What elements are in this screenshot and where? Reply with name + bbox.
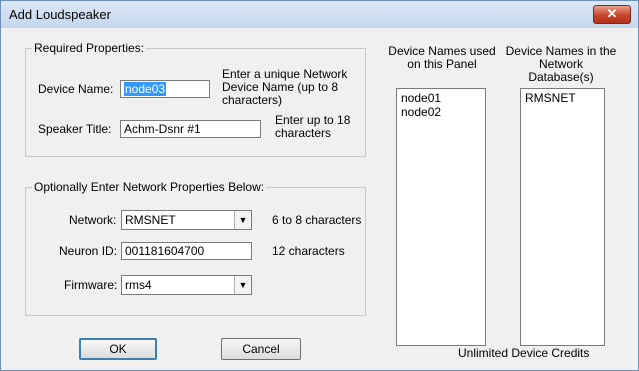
panel-list-header: Device Names used on this Panel [388, 44, 496, 71]
speaker-title-label: Speaker Title: [38, 122, 112, 136]
database-list-header: Device Names in the Network Database(s) [505, 44, 617, 84]
add-loudspeaker-dialog: Add Loudspeaker ✕ Required Properties: D… [0, 0, 639, 371]
close-button[interactable]: ✕ [593, 5, 631, 24]
network-combo-value: RMSNET [125, 213, 176, 227]
required-properties-group: Required Properties: Device Name: node03… [25, 41, 366, 157]
chevron-down-icon[interactable]: ▼ [234, 276, 251, 294]
device-name-label: Device Name: [38, 82, 114, 96]
speaker-title-hint: Enter up to 18 characters [275, 113, 351, 140]
device-name-input[interactable]: node03 [120, 80, 210, 98]
neuron-id-hint: 12 characters [272, 244, 345, 258]
chevron-down-icon[interactable]: ▼ [234, 211, 251, 229]
neuron-id-input[interactable]: 001181604700 [121, 242, 252, 260]
firmware-combo-value: rms4 [125, 278, 152, 292]
panel-device-list[interactable]: node01 node02 [396, 88, 486, 346]
list-item[interactable]: node01 [401, 91, 481, 105]
network-properties-group: Optionally Enter Network Properties Belo… [25, 180, 366, 316]
cancel-button[interactable]: Cancel [221, 338, 301, 360]
firmware-label: Firmware: [64, 278, 118, 292]
device-credits-status: Unlimited Device Credits [458, 346, 590, 360]
close-icon: ✕ [606, 6, 618, 21]
dialog-body: Required Properties: Device Name: node03… [9, 28, 630, 362]
list-item[interactable]: node02 [401, 105, 481, 119]
database-device-list[interactable]: RMSNET [520, 88, 605, 346]
title-bar[interactable]: Add Loudspeaker ✕ [1, 1, 638, 28]
list-item[interactable]: RMSNET [525, 91, 600, 105]
window-title: Add Loudspeaker [9, 7, 111, 22]
neuron-id-label: Neuron ID: [59, 244, 118, 258]
device-name-hint: Enter a unique Network Device Name (up t… [222, 67, 348, 107]
speaker-title-input[interactable]: Achm-Dsnr #1 [120, 120, 261, 138]
network-combo[interactable]: RMSNET ▼ [121, 210, 252, 230]
network-label: Network: [69, 213, 117, 227]
required-properties-legend: Required Properties: [32, 41, 147, 55]
network-properties-legend: Optionally Enter Network Properties Belo… [32, 180, 267, 194]
network-hint: 6 to 8 characters [272, 213, 362, 227]
firmware-combo[interactable]: rms4 ▼ [121, 275, 252, 295]
ok-button[interactable]: OK [79, 338, 157, 360]
